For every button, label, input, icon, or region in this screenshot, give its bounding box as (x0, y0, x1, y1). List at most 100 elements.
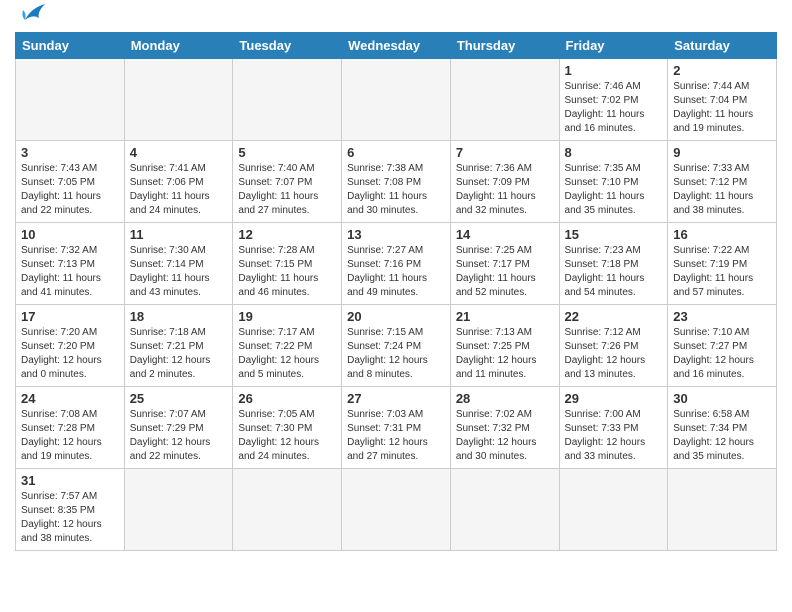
day-info: Sunrise: 7:36 AM Sunset: 7:09 PM Dayligh… (456, 162, 554, 218)
day-number: 3 (21, 145, 119, 160)
day-number: 27 (347, 391, 445, 406)
day-info: Sunrise: 7:03 AM Sunset: 7:31 PM Dayligh… (347, 408, 445, 464)
day-info: Sunrise: 7:15 AM Sunset: 7:24 PM Dayligh… (347, 326, 445, 382)
calendar-cell (342, 59, 451, 141)
day-info: Sunrise: 7:30 AM Sunset: 7:14 PM Dayligh… (130, 244, 228, 300)
day-number: 10 (21, 227, 119, 242)
day-number: 14 (456, 227, 554, 242)
day-info: Sunrise: 7:20 AM Sunset: 7:20 PM Dayligh… (21, 326, 119, 382)
calendar-cell: 20Sunrise: 7:15 AM Sunset: 7:24 PM Dayli… (342, 305, 451, 387)
calendar-cell: 23 Sunrise: 7:10 AM Sunset: 7:27 PM Dayli… (668, 305, 777, 387)
calendar-cell: 24 Sunrise: 7:08 AM Sunset: 7:28 PM Dayli… (16, 387, 125, 469)
day-info: Sunrise: 7:18 AM Sunset: 7:21 PM Dayligh… (130, 326, 228, 382)
calendar-cell: 30Sunrise: 6:58 AM Sunset: 7:34 PM Dayli… (668, 387, 777, 469)
day-number: 13 (347, 227, 445, 242)
calendar-week-row: 24 Sunrise: 7:08 AM Sunset: 7:28 PM Dayli… (16, 387, 777, 469)
day-info: Sunrise: 7:28 AM Sunset: 7:15 PM Dayligh… (238, 244, 336, 300)
col-header-friday: Friday (559, 33, 668, 59)
day-number: 22 (565, 309, 663, 324)
calendar-cell (668, 469, 777, 551)
calendar-cell (450, 59, 559, 141)
calendar-cell: 29 Sunrise: 7:00 AM Sunset: 7:33 PM Dayli… (559, 387, 668, 469)
calendar-cell: 22 Sunrise: 7:12 AM Sunset: 7:26 PM Dayli… (559, 305, 668, 387)
day-number: 17 (21, 309, 119, 324)
day-number: 18 (130, 309, 228, 324)
day-info: Sunrise: 7:10 AM Sunset: 7:27 PM Dayligh… (673, 326, 771, 382)
calendar-cell: 8 Sunrise: 7:35 AM Sunset: 7:10 PM Daylig… (559, 141, 668, 223)
day-number: 8 (565, 145, 663, 160)
col-header-wednesday: Wednesday (342, 33, 451, 59)
day-info: Sunrise: 7:43 AM Sunset: 7:05 PM Dayligh… (21, 162, 119, 218)
day-info: Sunrise: 7:13 AM Sunset: 7:25 PM Dayligh… (456, 326, 554, 382)
calendar-week-row: 3 Sunrise: 7:43 AM Sunset: 7:05 PM Daylig… (16, 141, 777, 223)
calendar-cell: 25 Sunrise: 7:07 AM Sunset: 7:29 PM Dayli… (124, 387, 233, 469)
calendar-cell: 14 Sunrise: 7:25 AM Sunset: 7:17 PM Dayli… (450, 223, 559, 305)
day-info: Sunrise: 7:22 AM Sunset: 7:19 PM Dayligh… (673, 244, 771, 300)
calendar-cell (16, 59, 125, 141)
calendar-cell: 26 Sunrise: 7:05 AM Sunset: 7:30 PM Dayli… (233, 387, 342, 469)
page-header (15, 10, 777, 28)
day-info: Sunrise: 7:38 AM Sunset: 7:08 PM Dayligh… (347, 162, 445, 218)
col-header-sunday: Sunday (16, 33, 125, 59)
day-info: Sunrise: 7:33 AM Sunset: 7:12 PM Dayligh… (673, 162, 771, 218)
day-info: Sunrise: 7:00 AM Sunset: 7:33 PM Dayligh… (565, 408, 663, 464)
calendar-cell: 4Sunrise: 7:41 AM Sunset: 7:06 PM Daylig… (124, 141, 233, 223)
day-number: 19 (238, 309, 336, 324)
day-number: 21 (456, 309, 554, 324)
calendar-cell: 15 Sunrise: 7:23 AM Sunset: 7:18 PM Dayli… (559, 223, 668, 305)
day-info: Sunrise: 7:57 AM Sunset: 8:35 PM Dayligh… (21, 490, 119, 546)
day-info: Sunrise: 7:02 AM Sunset: 7:32 PM Dayligh… (456, 408, 554, 464)
calendar-cell: 18 Sunrise: 7:18 AM Sunset: 7:21 PM Dayli… (124, 305, 233, 387)
day-info: Sunrise: 7:25 AM Sunset: 7:17 PM Dayligh… (456, 244, 554, 300)
calendar-cell: 31 Sunrise: 7:57 AM Sunset: 8:35 PM Dayli… (16, 469, 125, 551)
calendar-cell: 11Sunrise: 7:30 AM Sunset: 7:14 PM Dayli… (124, 223, 233, 305)
day-number: 9 (673, 145, 771, 160)
day-number: 25 (130, 391, 228, 406)
calendar-cell: 27 Sunrise: 7:03 AM Sunset: 7:31 PM Dayli… (342, 387, 451, 469)
day-number: 29 (565, 391, 663, 406)
calendar-cell (342, 469, 451, 551)
calendar-cell: 17 Sunrise: 7:20 AM Sunset: 7:20 PM Dayli… (16, 305, 125, 387)
day-info: Sunrise: 7:07 AM Sunset: 7:29 PM Dayligh… (130, 408, 228, 464)
day-info: Sunrise: 7:32 AM Sunset: 7:13 PM Dayligh… (21, 244, 119, 300)
calendar-cell: 6Sunrise: 7:38 AM Sunset: 7:08 PM Daylig… (342, 141, 451, 223)
day-info: Sunrise: 7:27 AM Sunset: 7:16 PM Dayligh… (347, 244, 445, 300)
calendar-cell (233, 59, 342, 141)
calendar-cell (450, 469, 559, 551)
col-header-tuesday: Tuesday (233, 33, 342, 59)
day-number: 23 (673, 309, 771, 324)
day-info: Sunrise: 7:05 AM Sunset: 7:30 PM Dayligh… (238, 408, 336, 464)
calendar-header-row: SundayMondayTuesdayWednesdayThursdayFrid… (16, 33, 777, 59)
calendar-cell: 16 Sunrise: 7:22 AM Sunset: 7:19 PM Dayli… (668, 223, 777, 305)
day-number: 24 (21, 391, 119, 406)
calendar-cell: 1Sunrise: 7:46 AM Sunset: 7:02 PM Daylig… (559, 59, 668, 141)
calendar-cell (124, 469, 233, 551)
calendar-table: SundayMondayTuesdayWednesdayThursdayFrid… (15, 32, 777, 551)
day-info: Sunrise: 6:58 AM Sunset: 7:34 PM Dayligh… (673, 408, 771, 464)
day-info: Sunrise: 7:44 AM Sunset: 7:04 PM Dayligh… (673, 80, 771, 136)
day-number: 7 (456, 145, 554, 160)
calendar-cell (233, 469, 342, 551)
day-number: 26 (238, 391, 336, 406)
calendar-cell: 19Sunrise: 7:17 AM Sunset: 7:22 PM Dayli… (233, 305, 342, 387)
calendar-cell (124, 59, 233, 141)
day-number: 16 (673, 227, 771, 242)
day-info: Sunrise: 7:40 AM Sunset: 7:07 PM Dayligh… (238, 162, 336, 218)
day-number: 31 (21, 473, 119, 488)
calendar-cell: 28Sunrise: 7:02 AM Sunset: 7:32 PM Dayli… (450, 387, 559, 469)
calendar-week-row: 17 Sunrise: 7:20 AM Sunset: 7:20 PM Dayli… (16, 305, 777, 387)
col-header-saturday: Saturday (668, 33, 777, 59)
calendar-cell: 5 Sunrise: 7:40 AM Sunset: 7:07 PM Daylig… (233, 141, 342, 223)
day-info: Sunrise: 7:12 AM Sunset: 7:26 PM Dayligh… (565, 326, 663, 382)
col-header-thursday: Thursday (450, 33, 559, 59)
calendar-cell: 13 Sunrise: 7:27 AM Sunset: 7:16 PM Dayli… (342, 223, 451, 305)
day-number: 15 (565, 227, 663, 242)
calendar-week-row: 10 Sunrise: 7:32 AM Sunset: 7:13 PM Dayli… (16, 223, 777, 305)
day-number: 12 (238, 227, 336, 242)
day-number: 5 (238, 145, 336, 160)
calendar-cell (559, 469, 668, 551)
day-info: Sunrise: 7:35 AM Sunset: 7:10 PM Dayligh… (565, 162, 663, 218)
day-info: Sunrise: 7:23 AM Sunset: 7:18 PM Dayligh… (565, 244, 663, 300)
logo (15, 10, 49, 28)
day-info: Sunrise: 7:08 AM Sunset: 7:28 PM Dayligh… (21, 408, 119, 464)
